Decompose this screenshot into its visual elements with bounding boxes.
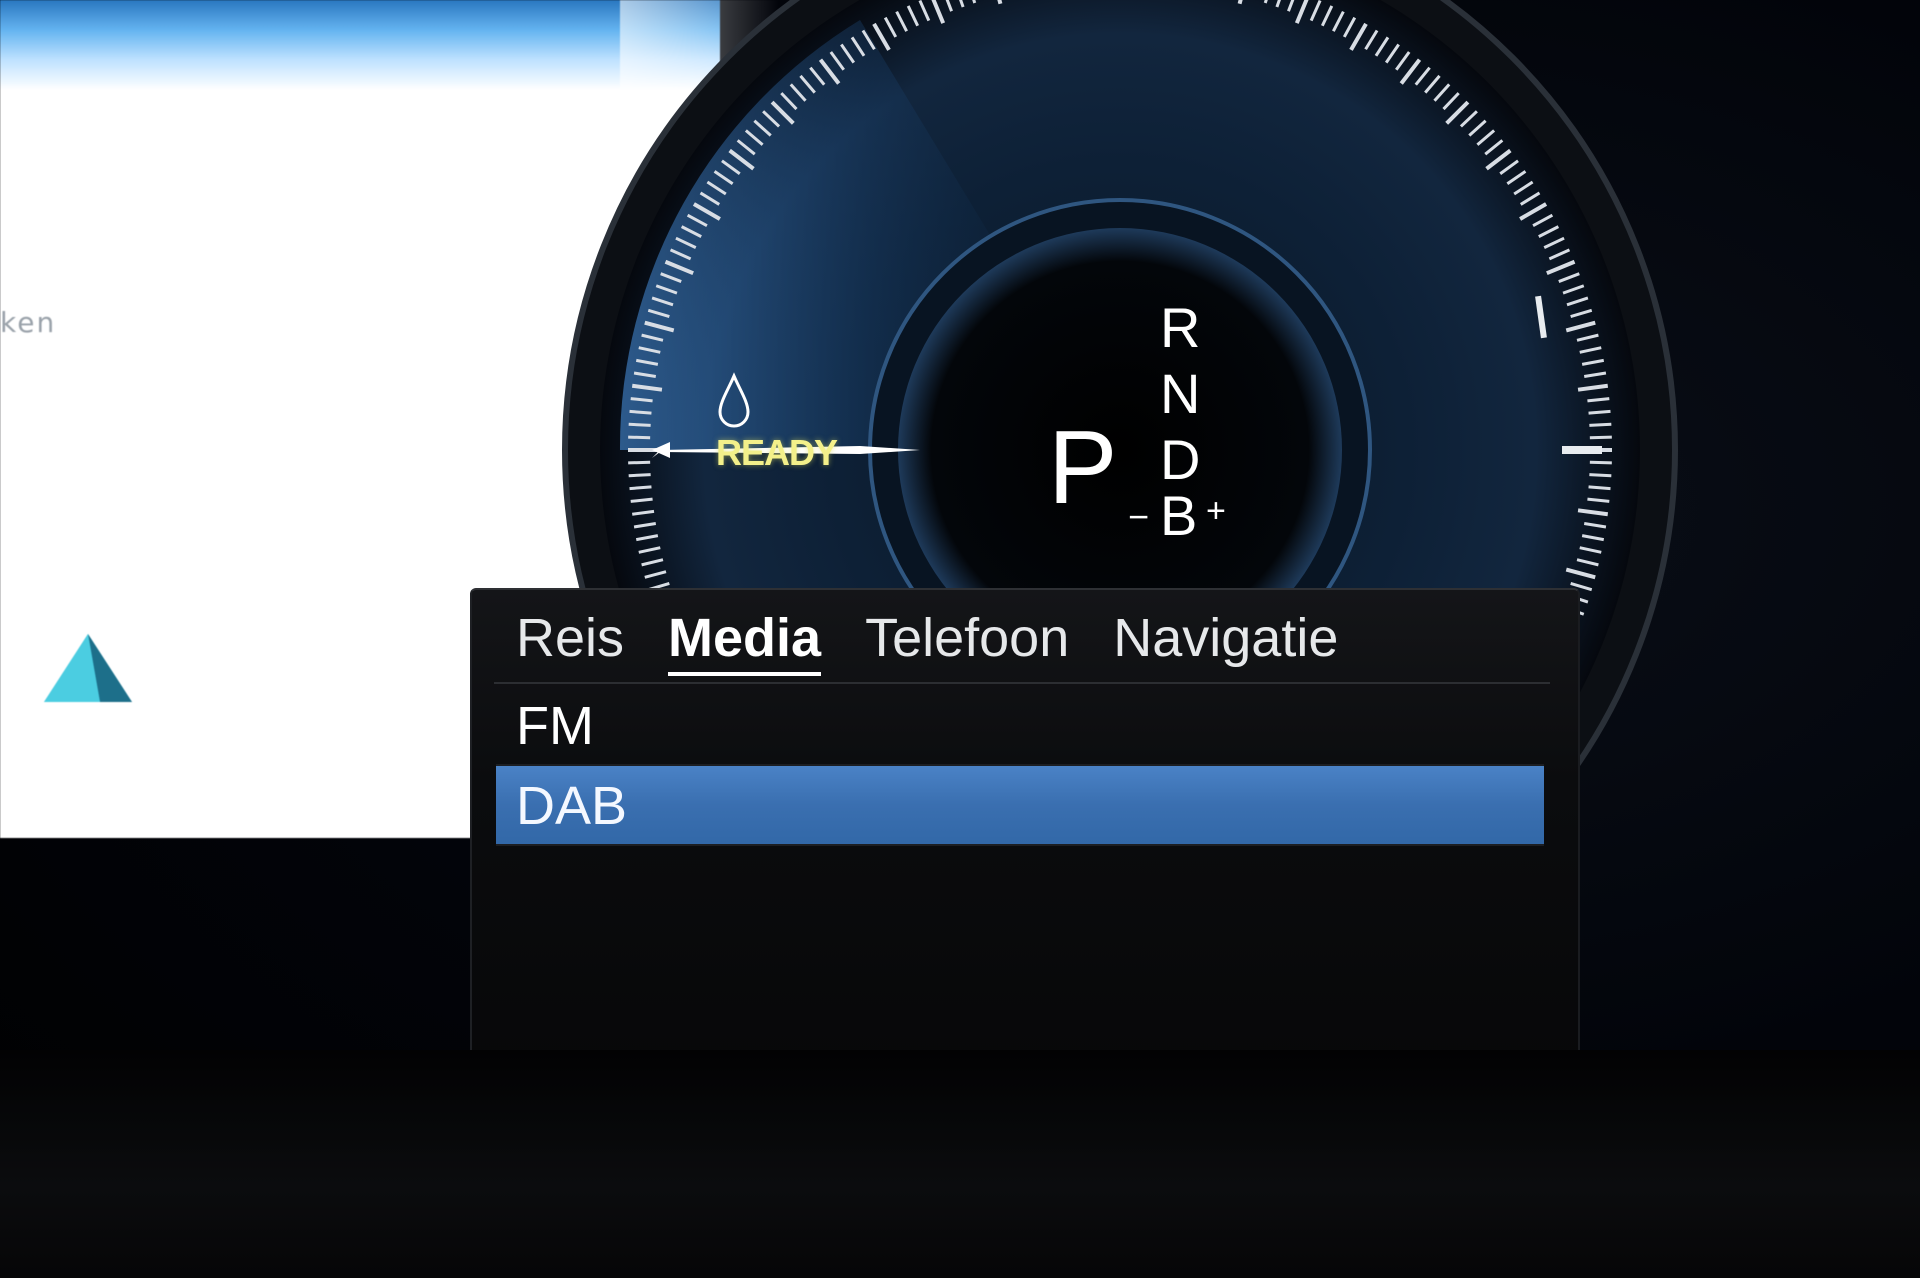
gear-b-plus: + — [1206, 492, 1226, 530]
media-source-list: FM DAB — [496, 686, 1544, 846]
list-item-dab[interactable]: DAB — [496, 766, 1544, 846]
ready-indicator: READY — [716, 432, 838, 473]
tab-navigatie[interactable]: Navigatie — [1091, 602, 1360, 674]
gauge-tick — [1589, 460, 1612, 465]
gauge-tick — [628, 422, 651, 427]
drop-icon — [718, 372, 750, 428]
pyramid-icon — [44, 634, 132, 702]
left-screen-text: ken — [0, 306, 57, 339]
gauge-tick — [1588, 485, 1611, 491]
tab-divider — [494, 682, 1550, 684]
gear-option-d: D — [1160, 428, 1201, 491]
instrument-cluster: ken READY P R N D B − + Reis Media Telef… — [0, 0, 1920, 1278]
gauge-tick — [629, 485, 652, 491]
list-item-fm[interactable]: FM — [496, 686, 1544, 766]
tab-reis[interactable]: Reis — [516, 602, 646, 674]
gauge-tick — [1589, 422, 1612, 427]
gauge-tick — [1589, 435, 1612, 440]
dashboard-trim — [0, 1050, 1920, 1278]
gauge-tick — [628, 435, 651, 440]
gauge-tick — [628, 460, 651, 465]
gauge-tick — [629, 409, 652, 415]
gear-option-n: N — [1160, 362, 1201, 425]
gear-option-b: B — [1160, 484, 1198, 547]
tab-media[interactable]: Media — [646, 602, 843, 676]
gauge-tick — [1588, 409, 1611, 415]
tab-telefoon[interactable]: Telefoon — [843, 602, 1091, 674]
gauge-tick — [1589, 473, 1612, 478]
gear-b-minus: − — [1128, 496, 1150, 537]
menu-tabs: Reis Media Telefoon Navigatie — [516, 602, 1360, 676]
gauge-tick — [628, 473, 651, 478]
gear-option-r: R — [1160, 296, 1201, 359]
gear-current: P — [1048, 410, 1118, 526]
